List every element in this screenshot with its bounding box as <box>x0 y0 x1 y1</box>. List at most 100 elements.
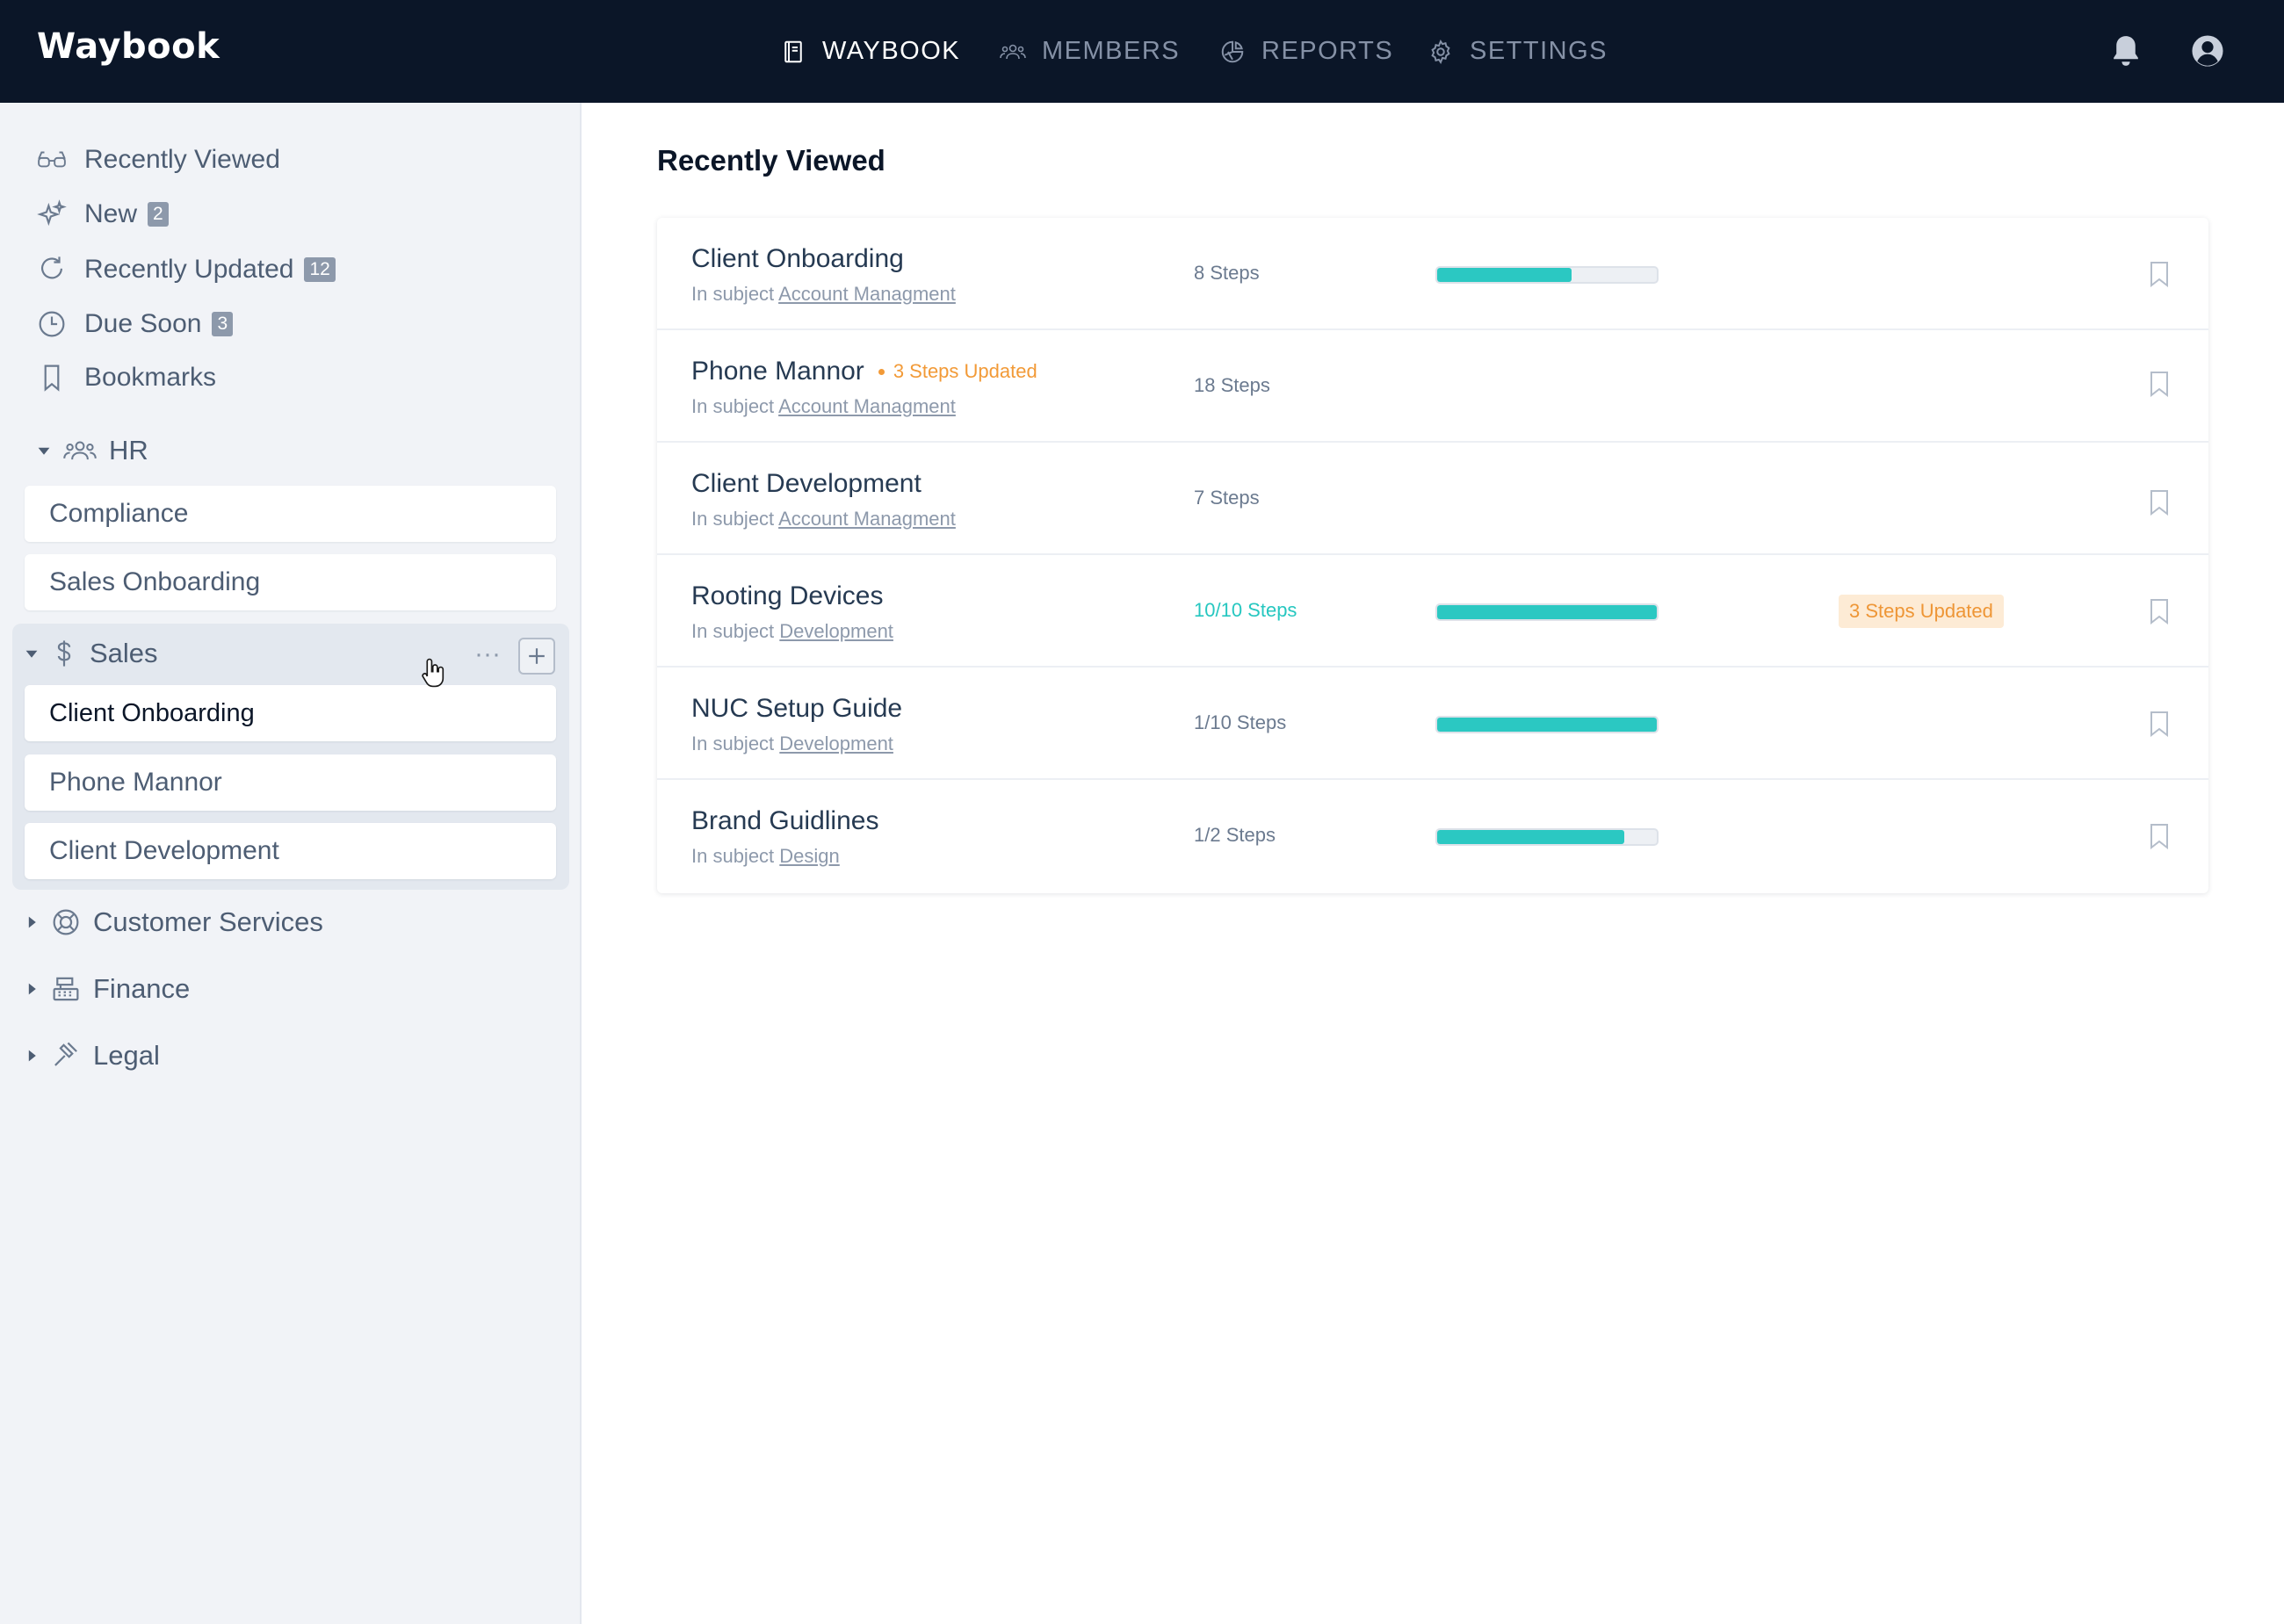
list-item[interactable]: Brand Guidlines In subject Design 1/2 St… <box>657 780 2208 892</box>
nav-settings[interactable]: SETTINGS <box>1428 0 1608 103</box>
progress-bar <box>1435 266 1659 284</box>
progress-bar <box>1435 828 1659 846</box>
sidebar-item-client-development[interactable]: Client Development <box>25 823 556 879</box>
nav-waybook[interactable]: WAYBOOK <box>780 0 960 103</box>
sidebar-item-sales-onboarding[interactable]: Sales Onboarding <box>25 554 556 610</box>
steps-count: 1/10 Steps <box>1194 711 1287 733</box>
user-avatar-icon[interactable] <box>2191 33 2224 69</box>
sidebar-item-phone-mannor[interactable]: Phone Mannor <box>25 754 556 811</box>
sidebar-item-label: Compliance <box>49 499 189 528</box>
list-item[interactable]: Rooting Devices In subject Development 1… <box>657 555 2208 668</box>
sparkles-icon <box>37 199 67 227</box>
progress-bar <box>1435 716 1659 733</box>
group-customer-services[interactable]: Customer Services <box>25 906 323 938</box>
steps-count: 10/10 Steps <box>1194 599 1297 621</box>
subject-link[interactable]: Development <box>779 733 893 754</box>
sales-more-options-button[interactable]: ··· <box>474 639 501 669</box>
new-count-badge: 2 <box>148 202 169 227</box>
page-title: Recently Viewed <box>657 144 885 177</box>
main-nav: WAYBOOK MEMBERS REPORTS SETTINGS <box>0 0 2284 103</box>
subject-prefix: In subject <box>691 620 775 642</box>
progress-fill <box>1437 718 1657 732</box>
list-item[interactable]: Phone Mannor 3 Steps Updated In subject … <box>657 330 2208 443</box>
item-title[interactable]: Brand Guidlines <box>691 806 878 836</box>
recently-viewed-list: Client Onboarding In subject Account Man… <box>657 218 2208 893</box>
sidebar-recently-viewed-label: Recently Viewed <box>84 145 280 174</box>
bookmark-icon[interactable] <box>2149 371 2170 397</box>
lifebuoy-icon <box>53 909 79 935</box>
subject-link[interactable]: Account Managment <box>778 508 956 530</box>
bell-icon[interactable] <box>2109 33 2143 69</box>
subject-prefix: In subject <box>691 395 775 417</box>
bookmark-icon[interactable] <box>2149 711 2170 737</box>
item-title[interactable]: NUC Setup Guide <box>691 694 902 724</box>
group-sales-label: Sales <box>90 638 158 668</box>
due-soon-count-badge: 3 <box>212 312 234 336</box>
group-hr-label: HR <box>109 435 148 466</box>
sidebar-new[interactable]: New 2 <box>37 192 169 236</box>
sidebar-item-client-onboarding[interactable]: Client Onboarding <box>25 685 556 741</box>
clock-icon <box>39 311 65 337</box>
group-hr[interactable]: HR <box>37 435 148 466</box>
subject-link[interactable]: Account Managment <box>778 283 956 305</box>
nav-members[interactable]: MEMBERS <box>1000 0 1180 103</box>
cash-register-icon <box>53 977 79 1001</box>
caret-right-icon <box>28 916 36 928</box>
sidebar-due-soon[interactable]: Due Soon 3 <box>37 302 234 346</box>
subject-prefix: In subject <box>691 845 775 867</box>
caret-down-icon <box>25 650 38 658</box>
bookmark-icon[interactable] <box>2149 823 2170 849</box>
subject-link[interactable]: Design <box>779 845 839 867</box>
group-sales[interactable]: Sales <box>25 638 158 669</box>
list-item[interactable]: Client Onboarding In subject Account Man… <box>657 218 2208 330</box>
sidebar-item-label: Client Development <box>49 836 279 865</box>
steps-count: 1/2 Steps <box>1194 824 1276 846</box>
item-subject: In subject Design <box>691 845 840 868</box>
item-title[interactable]: Rooting Devices <box>691 581 883 611</box>
bookmark-icon[interactable] <box>2149 598 2170 624</box>
subject-link[interactable]: Development <box>779 620 893 642</box>
progress-fill <box>1437 830 1624 844</box>
users-icon <box>63 441 97 460</box>
caret-down-icon <box>38 447 50 455</box>
group-customer-services-label: Customer Services <box>93 906 323 937</box>
sidebar-recently-updated-label: Recently Updated <box>84 255 294 284</box>
bookmark-icon[interactable] <box>2149 489 2170 516</box>
item-subject: In subject Development <box>691 620 893 643</box>
group-finance[interactable]: Finance <box>25 973 190 1005</box>
item-title-text: Rooting Devices <box>691 581 884 610</box>
sidebar-recently-viewed[interactable]: Recently Viewed <box>37 138 280 182</box>
subject-link[interactable]: Account Managment <box>778 395 956 417</box>
item-title[interactable]: Phone Mannor 3 Steps Updated <box>691 357 1037 386</box>
updated-indicator: 3 Steps Updated <box>878 360 1037 383</box>
sidebar-recently-updated[interactable]: Recently Updated 12 <box>37 248 336 292</box>
sidebar-item-compliance[interactable]: Compliance <box>25 486 556 542</box>
add-to-sales-button[interactable] <box>518 638 555 675</box>
sidebar-bookmarks[interactable]: Bookmarks <box>37 356 216 400</box>
subject-prefix: In subject <box>691 733 775 754</box>
hand-pointer-cursor-icon <box>422 658 445 688</box>
sidebar-item-label: Sales Onboarding <box>49 567 261 596</box>
steps-count: 18 Steps <box>1194 374 1270 396</box>
group-legal[interactable]: Legal <box>25 1040 160 1072</box>
item-title-text: Phone Mannor <box>691 357 864 386</box>
updated-text: 3 Steps Updated <box>893 360 1037 382</box>
list-item[interactable]: Client Development In subject Account Ma… <box>657 443 2208 555</box>
progress-fill <box>1437 605 1657 619</box>
item-title[interactable]: Client Development <box>691 469 922 499</box>
item-title-text: Client Onboarding <box>691 244 904 273</box>
item-subject: In subject Account Managment <box>691 395 956 418</box>
list-item[interactable]: NUC Setup Guide In subject Development 1… <box>657 668 2208 780</box>
pie-chart-icon <box>1221 40 1244 62</box>
caret-right-icon <box>28 1050 36 1062</box>
nav-reports-label: REPORTS <box>1261 37 1394 65</box>
bookmark-icon[interactable] <box>2149 261 2170 287</box>
nav-settings-label: SETTINGS <box>1470 37 1608 65</box>
nav-reports[interactable]: REPORTS <box>1219 0 1393 103</box>
book-icon <box>784 40 802 62</box>
nav-waybook-label: WAYBOOK <box>822 37 961 65</box>
steps-count: 8 Steps <box>1194 262 1260 284</box>
item-subject: In subject Development <box>691 733 893 755</box>
item-title[interactable]: Client Onboarding <box>691 244 904 274</box>
sidebar-new-label: New <box>84 199 138 228</box>
